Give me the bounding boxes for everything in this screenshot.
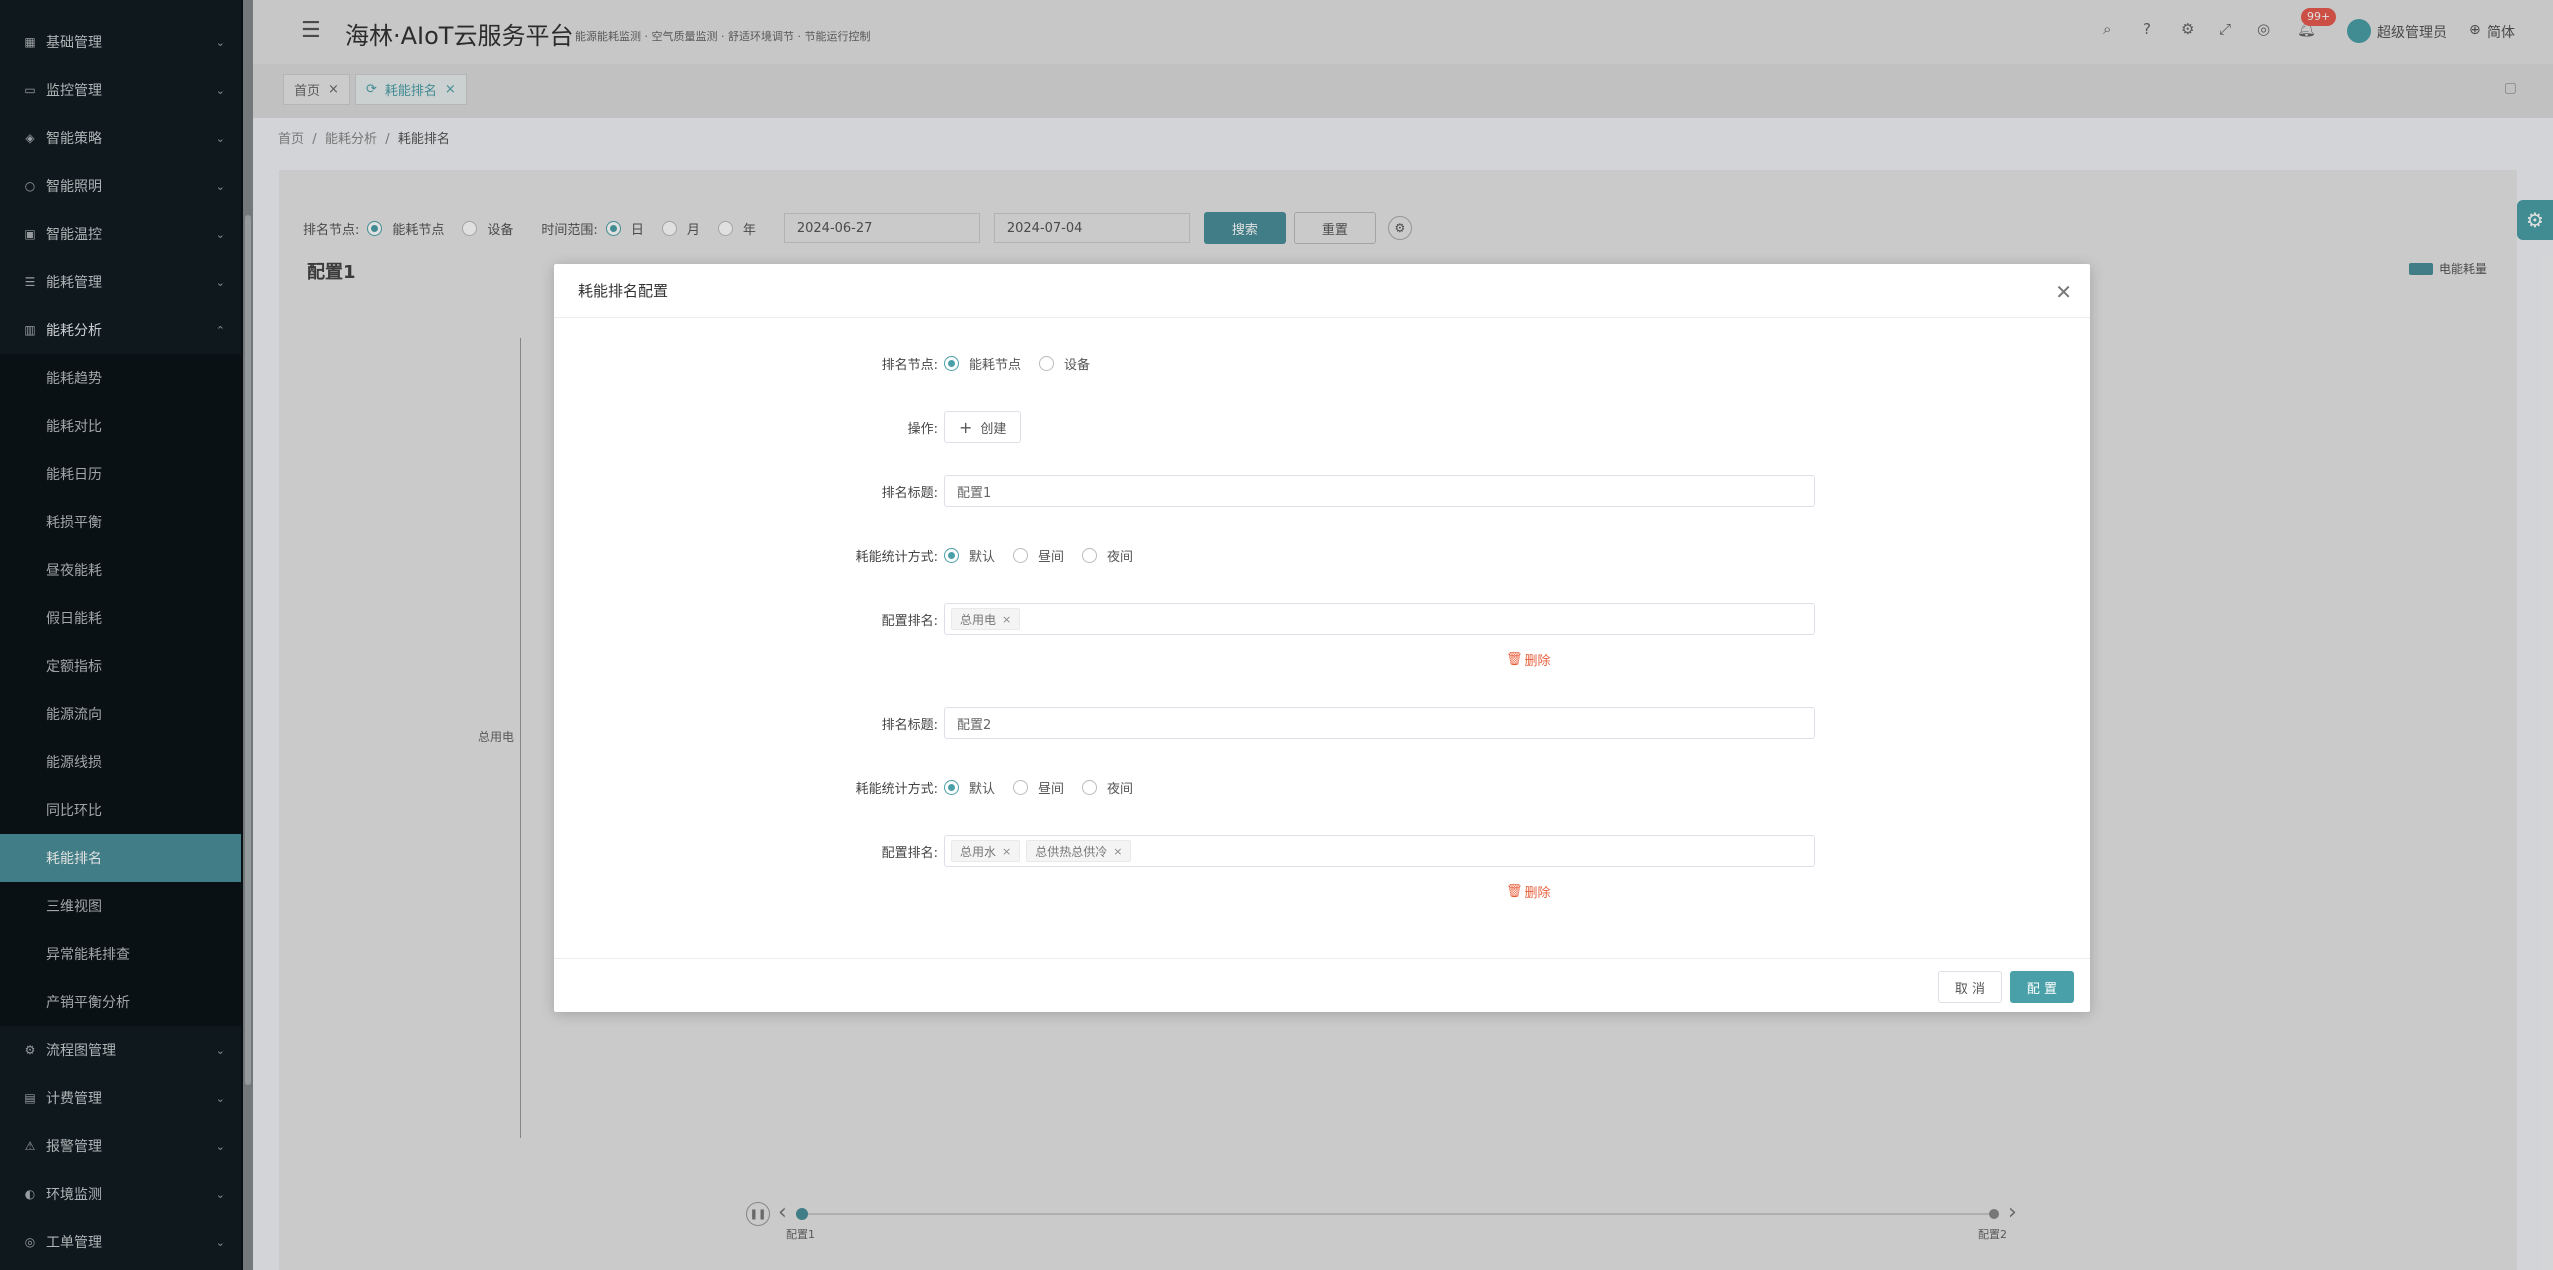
row-title-2: 排名标题: 配置2 (554, 706, 2090, 740)
radio-default[interactable]: 默认 (944, 778, 995, 797)
dialog-title: 耗能排名配置 (554, 264, 2090, 318)
config-label: 配置排名: (881, 845, 938, 861)
radio-label: 夜间 (1107, 781, 1134, 797)
title-input-1[interactable]: 配置1 (944, 475, 1815, 507)
row-operation: 操作: + 创建 (554, 410, 2090, 444)
row-config-2: 配置排名: 总用水 × 总供热总供冷 × (554, 834, 2090, 868)
radio-circle (1039, 355, 1055, 371)
radio-daytime[interactable]: 昼间 (1013, 778, 1064, 797)
radio-circle (1082, 779, 1098, 795)
delete-label: 删除 (1524, 654, 1551, 669)
radio-night[interactable]: 夜间 (1082, 778, 1133, 797)
close-icon[interactable]: × (1002, 845, 1011, 858)
close-icon[interactable]: × (1113, 845, 1122, 858)
stat-label: 耗能统计方式: (855, 549, 938, 565)
radio-circle (944, 779, 959, 795)
dialog-footer: 取 消 配 置 (554, 958, 2090, 1012)
row-config-1: 配置排名: 总用电 × (554, 602, 2090, 636)
cancel-button[interactable]: 取 消 (1938, 971, 2002, 1003)
config-select-2[interactable]: 总用水 × 总供热总供冷 × (944, 835, 1815, 867)
config-label: 配置排名: (881, 613, 938, 629)
radio-circle (1013, 547, 1029, 563)
title-label: 排名标题: (881, 717, 938, 733)
create-button[interactable]: + 创建 (944, 411, 1022, 443)
radio-label: 夜间 (1107, 549, 1134, 565)
node-label: 排名节点: (881, 357, 938, 373)
title-label: 排名标题: (881, 485, 938, 501)
tag: 总用水 × (951, 840, 1021, 862)
radio-circle (944, 355, 959, 371)
delete-button-2[interactable]: 🗑︎ 删除 (1506, 882, 1551, 901)
radio-circle (944, 547, 959, 563)
delete-label: 删除 (1524, 886, 1551, 901)
ranking-config-dialog: 耗能排名配置 ✕ 排名节点: 能耗节点 设备 操作: + 创建 排名标题: 配置1… (554, 264, 2090, 1012)
radio-device[interactable]: 设备 (1039, 354, 1090, 373)
trash-icon: 🗑︎ (1506, 884, 1523, 899)
tag-label: 总用电 (960, 612, 997, 627)
radio-label: 昼间 (1038, 549, 1065, 565)
delete-button-1[interactable]: 🗑︎ 删除 (1506, 650, 1551, 669)
stat-label: 耗能统计方式: (855, 781, 938, 797)
radio-energy-node[interactable]: 能耗节点 (944, 354, 1021, 373)
config-select-1[interactable]: 总用电 × (944, 603, 1815, 635)
radio-circle (1013, 779, 1029, 795)
radio-default[interactable]: 默认 (944, 546, 995, 565)
radio-night[interactable]: 夜间 (1082, 546, 1133, 565)
row-title-1: 排名标题: 配置1 (554, 474, 2090, 508)
row-node: 排名节点: 能耗节点 设备 (554, 346, 2090, 380)
row-stat-2: 耗能统计方式: 默认 昼间 夜间 (554, 770, 2090, 804)
close-icon[interactable]: ✕ (2055, 280, 2072, 304)
create-label: 创建 (980, 421, 1007, 437)
plus-icon: + (959, 417, 973, 437)
radio-circle (1082, 547, 1098, 563)
row-stat-1: 耗能统计方式: 默认 昼间 夜间 (554, 538, 2090, 572)
radio-label: 昼间 (1038, 781, 1065, 797)
tag: 总用电 × (951, 608, 1021, 630)
tag-label: 总用水 (960, 844, 997, 859)
tag: 总供热总供冷 × (1026, 840, 1132, 862)
op-label: 操作: (907, 421, 938, 437)
confirm-button[interactable]: 配 置 (2010, 971, 2074, 1003)
radio-daytime[interactable]: 昼间 (1013, 546, 1064, 565)
radio-label: 能耗节点 (969, 357, 1022, 373)
title-input-2[interactable]: 配置2 (944, 707, 1815, 739)
close-icon[interactable]: × (1002, 613, 1011, 626)
trash-icon: 🗑︎ (1506, 652, 1523, 667)
radio-label: 默认 (969, 781, 996, 797)
radio-label: 设备 (1064, 357, 1091, 373)
radio-label: 默认 (969, 549, 996, 565)
tag-label: 总供热总供冷 (1035, 844, 1108, 859)
